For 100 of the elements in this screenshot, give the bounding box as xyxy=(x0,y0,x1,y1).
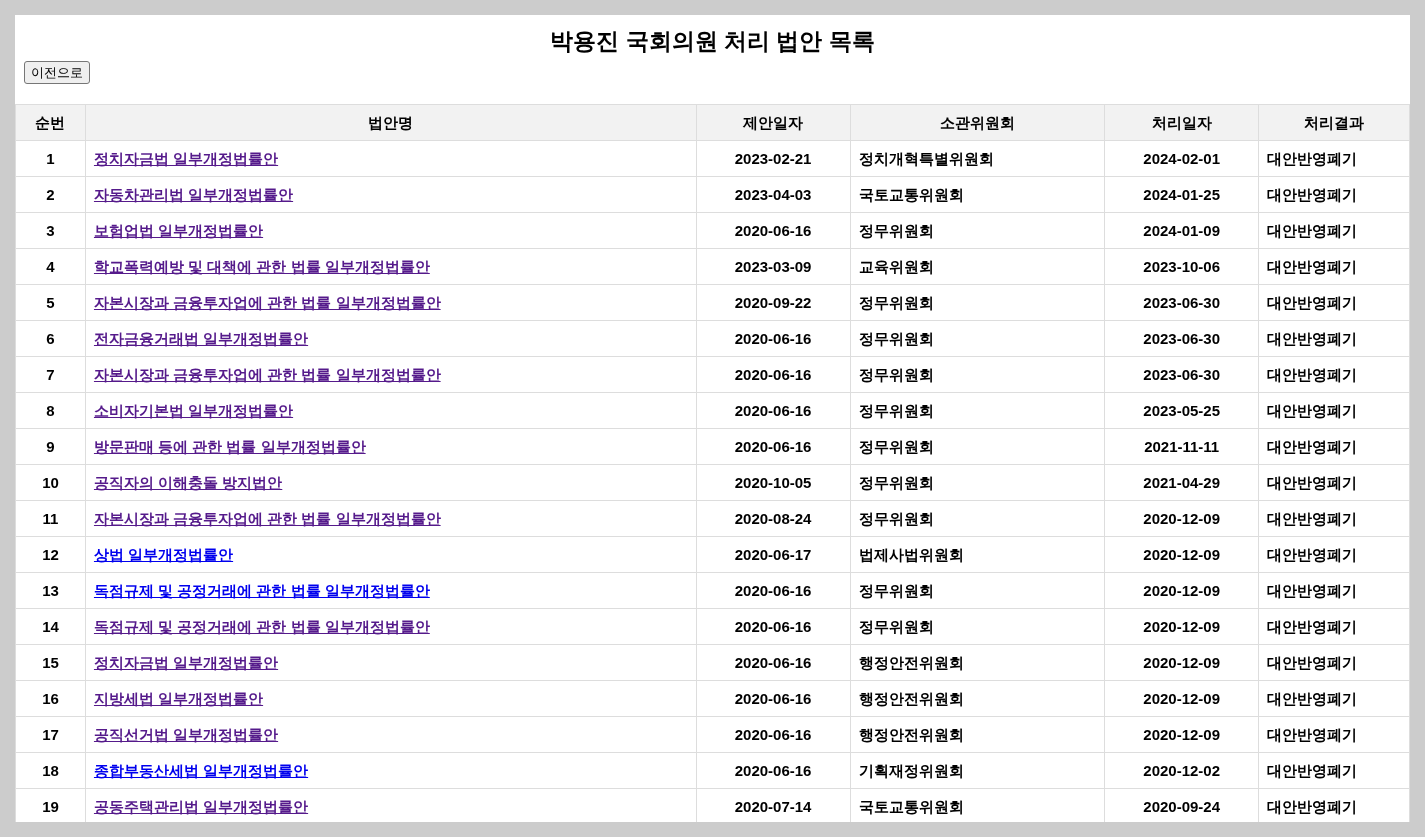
table-cell: 2020-08-24 xyxy=(696,500,850,537)
table-cell: 행정안전위원회 xyxy=(850,644,1105,681)
table-cell: 2020-06-16 xyxy=(696,356,850,393)
bill-link[interactable]: 보험업법 일부개정법률안 xyxy=(93,221,264,239)
table-cell: 대안반영폐기 xyxy=(1258,176,1410,213)
table-cell: 2020-12-09 xyxy=(1104,644,1259,681)
table-cell: 정무위원회 xyxy=(850,608,1105,645)
bill-link[interactable]: 소비자기본법 일부개정법률안 xyxy=(93,401,294,419)
table-cell: 2023-04-03 xyxy=(696,176,850,213)
column-header: 제안일자 xyxy=(696,104,850,141)
table-cell: 2020-06-17 xyxy=(696,536,850,573)
table-cell: 6 xyxy=(15,320,86,357)
table-cell: 행정안전위원회 xyxy=(850,716,1105,753)
table-cell: 대안반영폐기 xyxy=(1258,356,1410,393)
table-cell: 2020-12-09 xyxy=(1104,500,1259,537)
table-cell: 대안반영폐기 xyxy=(1258,284,1410,321)
table-cell: 2020-06-16 xyxy=(696,752,850,789)
table-cell: 2020-12-09 xyxy=(1104,716,1259,753)
column-header: 소관위원회 xyxy=(850,104,1105,141)
table-cell: 7 xyxy=(15,356,86,393)
table-cell: 정무위원회 xyxy=(850,284,1105,321)
bill-link[interactable]: 종합부동산세법 일부개정법률안 xyxy=(93,761,309,779)
table-cell: 대안반영폐기 xyxy=(1258,140,1410,177)
table-cell: 12 xyxy=(15,536,86,573)
table-cell: 18 xyxy=(15,752,86,789)
table-cell: 2020-12-09 xyxy=(1104,572,1259,609)
table-cell: 2020-12-09 xyxy=(1104,536,1259,573)
bill-link[interactable]: 상법 일부개정법률안 xyxy=(93,545,234,563)
table-cell: 11 xyxy=(15,500,86,537)
table-cell: 법제사법위원회 xyxy=(850,536,1105,573)
table-cell: 2020-06-16 xyxy=(696,428,850,465)
column-header: 처리일자 xyxy=(1104,104,1259,141)
table-cell: 기획재정위원회 xyxy=(850,752,1105,789)
column-header: 법안명 xyxy=(85,104,697,141)
table-cell: 정무위원회 xyxy=(850,212,1105,249)
table-cell: 2024-02-01 xyxy=(1104,140,1259,177)
table-cell: 15 xyxy=(15,644,86,681)
table-cell: 2020-06-16 xyxy=(696,680,850,717)
table-cell: 대안반영폐기 xyxy=(1258,320,1410,357)
table-cell: 2021-04-29 xyxy=(1104,464,1259,501)
table-cell: 정무위원회 xyxy=(850,428,1105,465)
table-cell: 2023-03-09 xyxy=(696,248,850,285)
table-cell: 2020-12-09 xyxy=(1104,608,1259,645)
bill-link[interactable]: 정치자금법 일부개정법률안 xyxy=(93,149,279,167)
table-cell: 2023-10-06 xyxy=(1104,248,1259,285)
table-cell: 9 xyxy=(15,428,86,465)
back-button[interactable]: 이전으로 xyxy=(24,61,90,85)
table-cell: 대안반영폐기 xyxy=(1258,428,1410,465)
table-cell: 대안반영폐기 xyxy=(1258,392,1410,429)
table-cell: 정무위원회 xyxy=(850,500,1105,537)
column-header: 처리결과 xyxy=(1258,104,1410,141)
table-cell: 대안반영폐기 xyxy=(1258,716,1410,753)
table-cell: 2020-12-02 xyxy=(1104,752,1259,789)
table-cell: 정무위원회 xyxy=(850,356,1105,393)
table-cell: 5 xyxy=(15,284,86,321)
bill-link[interactable]: 공동주택관리법 일부개정법률안 xyxy=(93,797,309,815)
table-cell: 2023-05-25 xyxy=(1104,392,1259,429)
table-cell: 3 xyxy=(15,212,86,249)
table-cell: 2020-06-16 xyxy=(696,644,850,681)
table-cell: 19 xyxy=(15,788,86,822)
table-cell: 국토교통위원회 xyxy=(850,176,1105,213)
table-cell: 2023-06-30 xyxy=(1104,320,1259,357)
table-cell: 2023-02-21 xyxy=(696,140,850,177)
bill-link[interactable]: 공직자의 이해충돌 방지법안 xyxy=(93,473,283,491)
table-cell: 정무위원회 xyxy=(850,320,1105,357)
bill-link[interactable]: 지방세법 일부개정법률안 xyxy=(93,689,264,707)
table-cell: 대안반영폐기 xyxy=(1258,248,1410,285)
table-cell: 대안반영폐기 xyxy=(1258,536,1410,573)
table-cell: 대안반영폐기 xyxy=(1258,680,1410,717)
table-cell: 2020-06-16 xyxy=(696,392,850,429)
table-cell: 대안반영폐기 xyxy=(1258,752,1410,789)
table-cell: 대안반영폐기 xyxy=(1258,212,1410,249)
table-cell: 대안반영폐기 xyxy=(1258,608,1410,645)
table-cell: 2020-09-22 xyxy=(696,284,850,321)
table-cell: 4 xyxy=(15,248,86,285)
bill-link[interactable]: 전자금융거래법 일부개정법률안 xyxy=(93,329,309,347)
table-cell: 2 xyxy=(15,176,86,213)
table-cell: 정무위원회 xyxy=(850,392,1105,429)
table-cell: 2023-06-30 xyxy=(1104,284,1259,321)
table-cell: 2020-06-16 xyxy=(696,716,850,753)
table-cell: 대안반영폐기 xyxy=(1258,572,1410,609)
table-cell: 1 xyxy=(15,140,86,177)
table-cell: 2023-06-30 xyxy=(1104,356,1259,393)
table-cell: 13 xyxy=(15,572,86,609)
table-cell: 2021-11-11 xyxy=(1104,428,1259,465)
table-cell: 2024-01-09 xyxy=(1104,212,1259,249)
bill-link[interactable]: 자동차관리법 일부개정법률안 xyxy=(93,185,294,203)
bill-link[interactable]: 공직선거법 일부개정법률안 xyxy=(93,725,279,743)
table-cell: 2020-06-16 xyxy=(696,320,850,357)
table-cell: 2020-10-05 xyxy=(696,464,850,501)
table-cell: 정치개혁특별위원회 xyxy=(850,140,1105,177)
bill-link[interactable]: 정치자금법 일부개정법률안 xyxy=(93,653,279,671)
table-cell: 정무위원회 xyxy=(850,572,1105,609)
table-cell: 2020-06-16 xyxy=(696,572,850,609)
column-header: 순번 xyxy=(15,104,86,141)
table-cell: 대안반영폐기 xyxy=(1258,644,1410,681)
table-cell: 교육위원회 xyxy=(850,248,1105,285)
table-cell: 정무위원회 xyxy=(850,464,1105,501)
table-cell: 8 xyxy=(15,392,86,429)
table-cell: 대안반영폐기 xyxy=(1258,500,1410,537)
